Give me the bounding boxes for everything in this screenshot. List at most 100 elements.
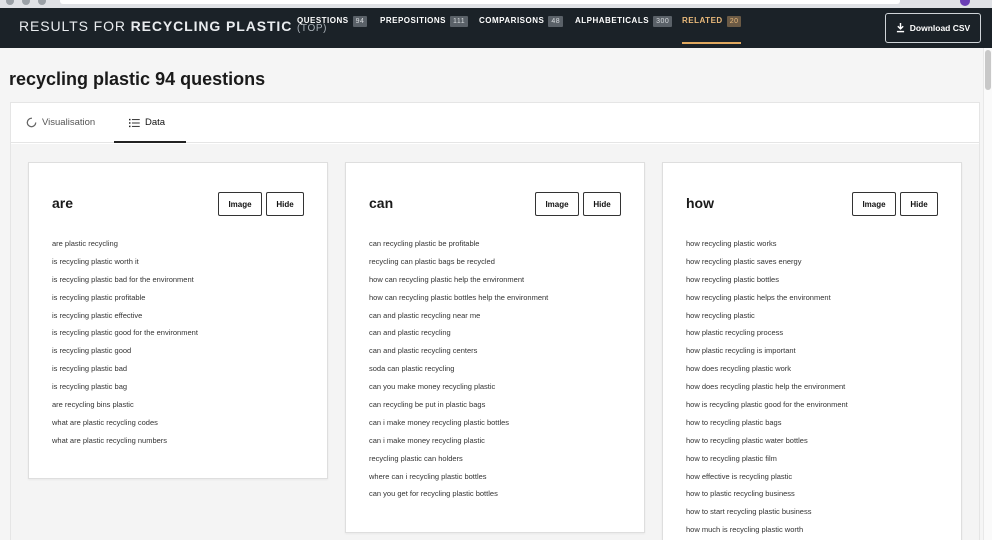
list-item[interactable]: how can recycling plastic help the envir… [369, 275, 548, 293]
hide-button[interactable]: Hide [583, 192, 621, 216]
hide-button[interactable]: Hide [900, 192, 938, 216]
active-tab-underline [114, 141, 187, 143]
profile-avatar-icon[interactable] [960, 0, 970, 6]
list-item[interactable]: can i make money recycling plastic [369, 436, 548, 454]
scrollbar-thumb[interactable] [985, 50, 991, 90]
list-item[interactable]: how plastic recycling process [686, 328, 848, 346]
list-item[interactable]: is recycling plastic effective [52, 311, 198, 329]
image-button[interactable]: Image [218, 192, 262, 216]
card-heading: are [52, 195, 74, 211]
list-item[interactable]: how to recycling plastic bags [686, 418, 848, 436]
address-bar[interactable] [60, 0, 900, 4]
question-list: can recycling plastic be profitable recy… [369, 239, 548, 507]
download-label: Download CSV [909, 23, 971, 33]
list-item[interactable]: recycling plastic can holders [369, 454, 548, 472]
list-item[interactable]: how to recycling plastic water bottles [686, 436, 848, 454]
list-item[interactable]: soda can plastic recycling [369, 364, 548, 382]
tab-count-badge: 111 [450, 16, 469, 27]
list-item[interactable]: is recycling plastic bad [52, 364, 198, 382]
tab-related[interactable]: RELATED 20 [682, 16, 742, 44]
results-heading: RESULTS FOR RECYCLING PLASTIC (TOP) [19, 18, 327, 34]
tab-questions[interactable]: QUESTIONS 94 [297, 16, 368, 42]
view-tabs-bar: Visualisation Data [11, 103, 979, 143]
list-item[interactable]: how can recycling plastic bottles help t… [369, 293, 548, 311]
tab-label: QUESTIONS [297, 16, 349, 25]
tab-count-badge: 94 [352, 16, 368, 27]
list-item[interactable]: how plastic recycling is important [686, 346, 848, 364]
image-button[interactable]: Image [535, 192, 579, 216]
list-item[interactable]: where can i recycling plastic bottles [369, 472, 548, 490]
list-item[interactable]: can and plastic recycling near me [369, 311, 548, 329]
question-list: are plastic recycling is recycling plast… [52, 239, 198, 454]
list-item[interactable]: what are plastic recycling codes [52, 418, 198, 436]
tab-count-badge: 20 [726, 16, 742, 27]
download-icon [896, 23, 904, 33]
list-item[interactable]: how much is recycling plastic worth [686, 525, 848, 540]
list-item[interactable]: can and plastic recycling centers [369, 346, 548, 364]
list-item[interactable]: can you make money recycling plastic [369, 382, 548, 400]
tab-alphabeticals[interactable]: ALPHABETICALS 300 [575, 16, 673, 42]
question-card-are: are Image Hide are plastic recycling is … [28, 162, 328, 479]
top-nav-bar: RESULTS FOR RECYCLING PLASTIC (TOP) QUES… [0, 8, 992, 48]
tab-label: COMPARISONS [479, 16, 545, 25]
list-item[interactable]: how recycling plastic works [686, 239, 848, 257]
list-item[interactable]: is recycling plastic bad for the environ… [52, 275, 198, 293]
list-item[interactable]: can i make money recycling plastic bottl… [369, 418, 548, 436]
results-prefix: RESULTS FOR [19, 18, 126, 34]
list-item[interactable]: can recycling be put in plastic bags [369, 400, 548, 418]
tab-comparisons[interactable]: COMPARISONS 48 [479, 16, 564, 42]
download-csv-button[interactable]: Download CSV [885, 13, 981, 43]
list-item[interactable]: can and plastic recycling [369, 328, 548, 346]
tab-count-badge: 300 [653, 16, 673, 27]
back-icon[interactable] [6, 0, 14, 5]
list-item[interactable]: what are plastic recycling numbers [52, 436, 198, 454]
page-title: recycling plastic 94 questions [9, 69, 265, 90]
list-item[interactable]: recycling can plastic bags be recycled [369, 257, 548, 275]
list-item[interactable]: how recycling plastic bottles [686, 275, 848, 293]
hide-button[interactable]: Hide [266, 192, 304, 216]
list-item[interactable]: how recycling plastic [686, 311, 848, 329]
question-list: how recycling plastic works how recyclin… [686, 239, 848, 540]
list-item[interactable]: how effective is recycling plastic [686, 472, 848, 490]
list-item[interactable]: are plastic recycling [52, 239, 198, 257]
list-item[interactable]: how does recycling plastic work [686, 364, 848, 382]
card-heading: how [686, 195, 714, 211]
list-item[interactable]: is recycling plastic profitable [52, 293, 198, 311]
page-title-count: 94 questions [150, 69, 266, 89]
tab-label: ALPHABETICALS [575, 16, 650, 25]
reload-icon[interactable] [38, 0, 46, 5]
list-item[interactable]: can you get for recycling plastic bottle… [369, 489, 548, 507]
list-item[interactable]: is recycling plastic good for the enviro… [52, 328, 198, 346]
list-item[interactable]: how does recycling plastic help the envi… [686, 382, 848, 400]
list-item[interactable]: how recycling plastic helps the environm… [686, 293, 848, 311]
browser-chrome-strip [0, 0, 992, 8]
tab-label: PREPOSITIONS [380, 16, 447, 25]
card-heading: can [369, 195, 394, 211]
list-item[interactable]: are recycling bins plastic [52, 400, 198, 418]
tab-count-badge: 48 [548, 16, 564, 27]
tab-data-label: Data [145, 117, 166, 128]
tab-prepositions[interactable]: PREPOSITIONS 111 [380, 16, 469, 42]
list-item[interactable]: is recycling plastic bag [52, 382, 198, 400]
list-item[interactable]: how is recycling plastic good for the en… [686, 400, 848, 418]
spinner-icon [26, 117, 37, 128]
question-card-how: how Image Hide how recycling plastic wor… [662, 162, 962, 540]
list-item[interactable]: how to recycling plastic film [686, 454, 848, 472]
image-button[interactable]: Image [852, 192, 896, 216]
tab-visualisation-label: Visualisation [42, 117, 96, 128]
list-item[interactable]: is recycling plastic worth it [52, 257, 198, 275]
results-keyword: RECYCLING PLASTIC [130, 18, 293, 34]
tab-data[interactable]: Data [114, 117, 187, 143]
tab-label: RELATED [682, 16, 723, 25]
list-item[interactable]: how to start recycling plastic business [686, 507, 848, 525]
page-title-keyword: recycling plastic [9, 69, 151, 89]
list-item[interactable]: how to plastic recycling business [686, 489, 848, 507]
forward-icon[interactable] [22, 0, 30, 5]
list-icon [129, 118, 140, 127]
list-item[interactable]: how recycling plastic saves energy [686, 257, 848, 275]
tab-visualisation[interactable]: Visualisation [26, 117, 95, 128]
page-scrollbar[interactable] [983, 48, 992, 540]
list-item[interactable]: can recycling plastic be profitable [369, 239, 548, 257]
question-card-can: can Image Hide can recycling plastic be … [345, 162, 645, 533]
list-item[interactable]: is recycling plastic good [52, 346, 198, 364]
